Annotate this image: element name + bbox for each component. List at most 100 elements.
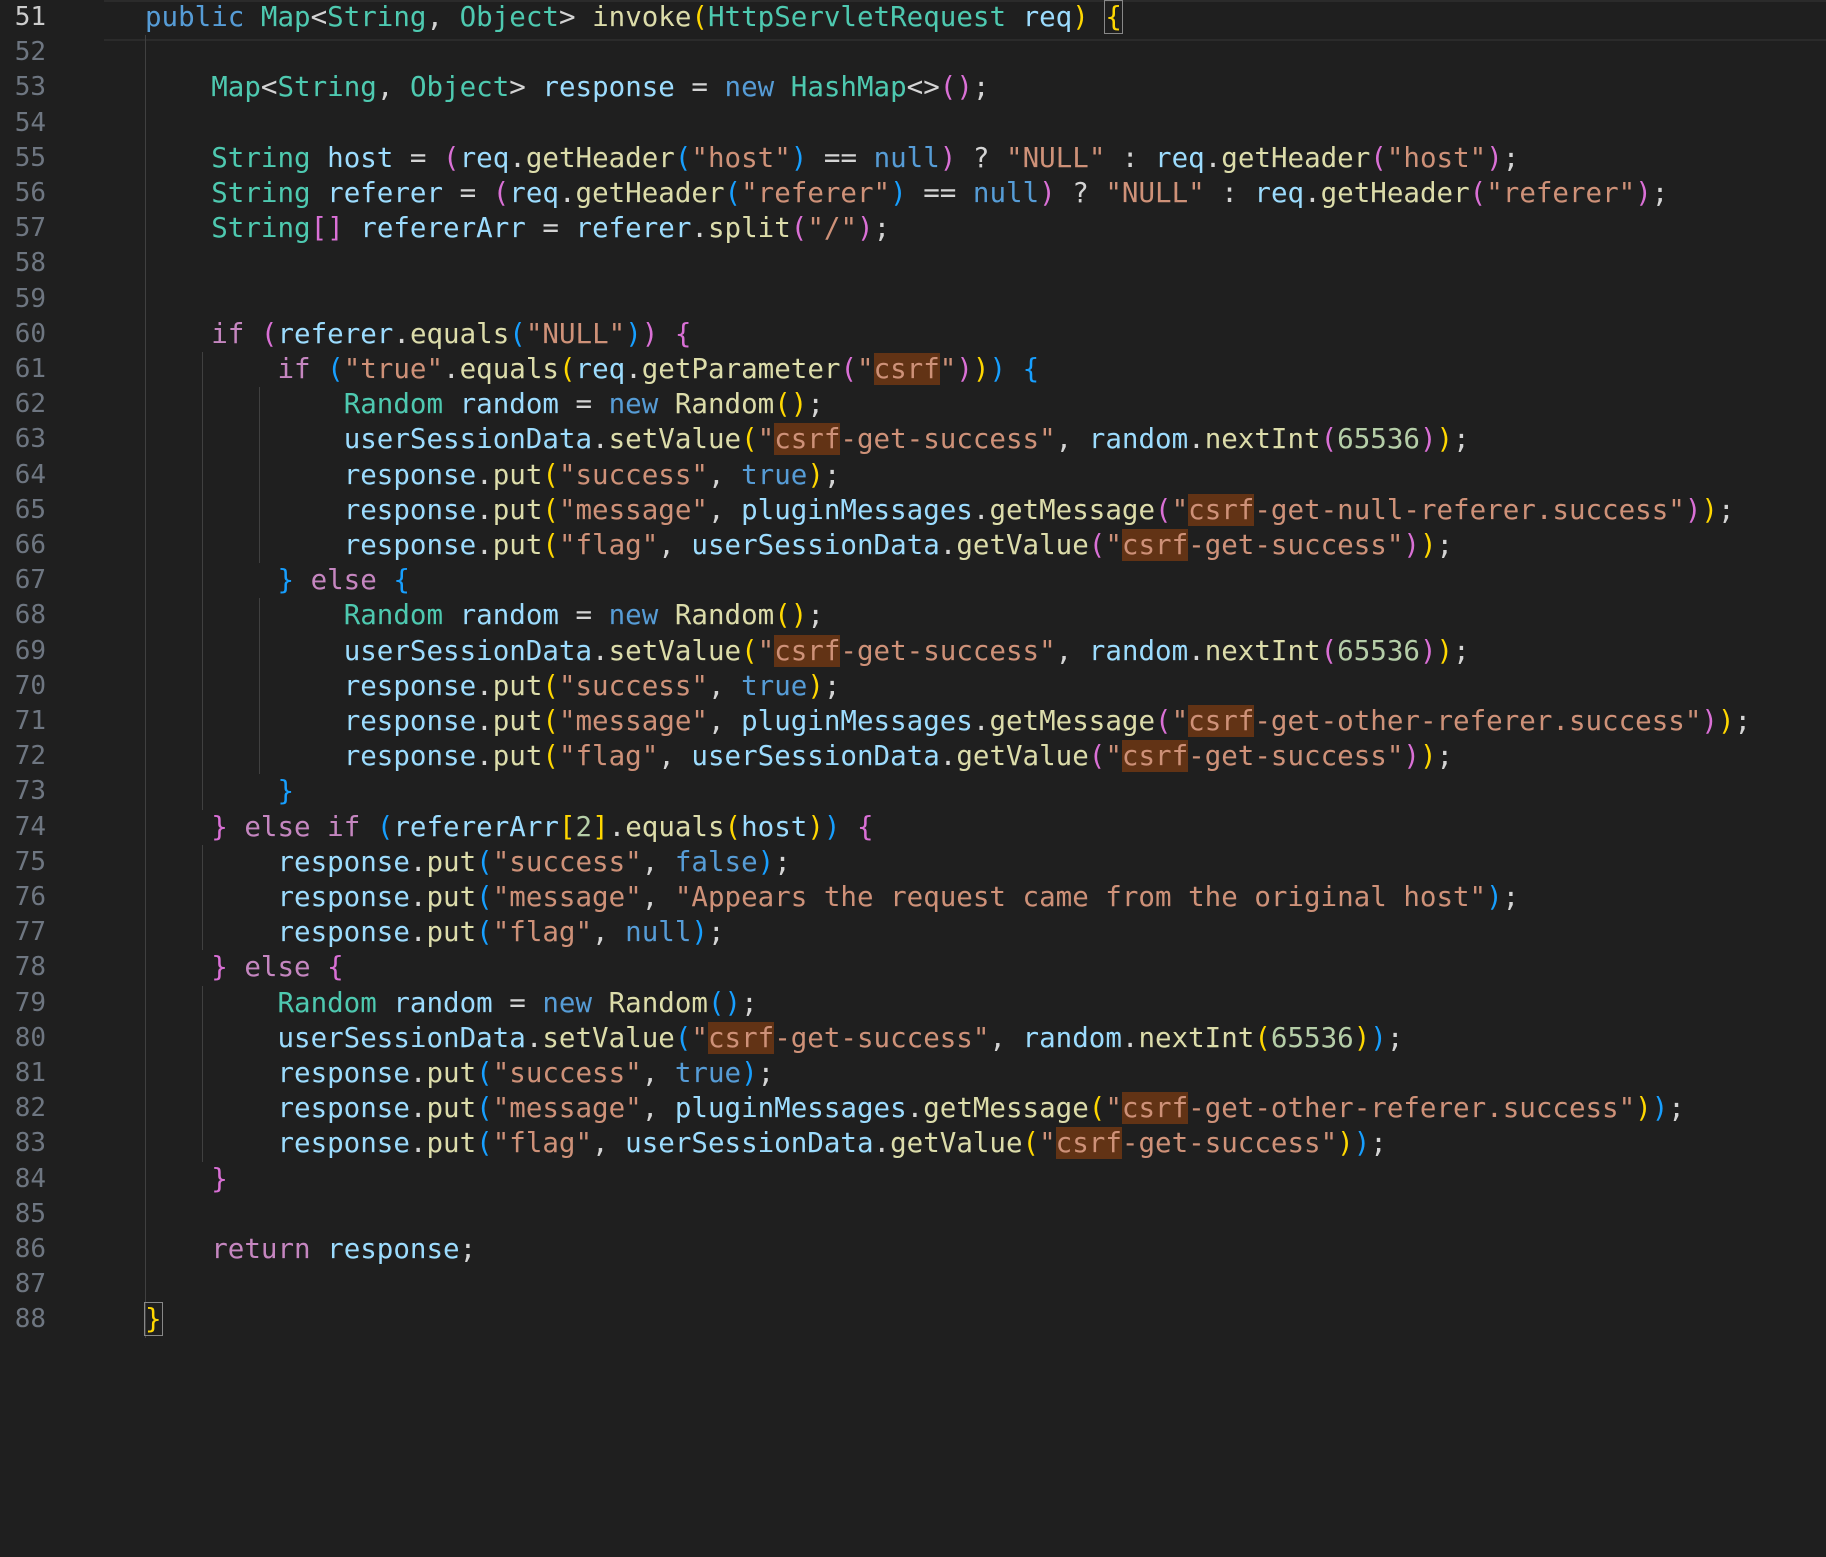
code-token: 2 [575,810,593,843]
code-editor[interactable]: 51 52 53 54 55 56 57 58 59 60 61 62 63 64 65 66 67 68 69 70… [0,0,1826,1557]
code-token: HttpServletRequest [707,1,1006,33]
code-token: put [426,845,477,878]
code-line[interactable]: return response; [145,1229,476,1270]
code-token: ( [476,1057,493,1089]
code-token: : [1204,177,1255,209]
code-token: ) [857,212,874,245]
code-token: userSessionData [343,634,593,667]
code-token: Object [409,71,510,104]
code-token: { [327,951,344,984]
code-token: ( [476,881,493,913]
code-token: response [327,1233,460,1265]
code-token: getMessage [923,1092,1089,1125]
code-token: Map [211,71,261,104]
code-token: . [409,845,427,878]
code-token: random [393,986,493,1019]
code-token: } [277,775,295,808]
code-token: < [260,71,278,104]
code-token: ) [823,810,841,843]
code-token: "host" [1386,141,1487,174]
code-token: "/" [807,212,858,245]
code-token: . [1188,634,1205,667]
code-token: put [492,458,543,491]
code-token: pluginMessages [741,705,973,737]
code-token: } [277,564,295,597]
code-token: ( [724,177,742,209]
code-token: ) [807,810,824,843]
code-token: ( [476,1092,493,1125]
code-token: ( [542,529,559,561]
code-token: ; [1370,1127,1387,1160]
code-token: public [145,1,261,33]
code-token: req [1155,141,1205,174]
code-token: ) [625,317,642,350]
code-token: ( [542,669,559,702]
code-token: . [1204,141,1222,174]
code-token: == [807,141,874,174]
code-token: ) [1403,529,1420,561]
code-token: "success" [492,845,642,878]
code-token: , [658,529,692,561]
code-token: random [1022,1021,1122,1054]
code-token: put [492,493,543,526]
code-token: setValue [542,1021,675,1054]
code-token: . [972,493,990,526]
code-area[interactable]: public Map<String, Object> invoke(HttpSe… [104,0,1826,1557]
code-token: Random [343,599,444,632]
code-token: String [327,1,427,33]
code-token: new [608,599,675,632]
code-token: { [1022,353,1040,385]
code-token: put [492,740,543,773]
code-line[interactable]: public Map<String, Object> invoke(HttpSe… [145,0,1123,38]
code-token: true [741,669,808,702]
code-token: > [509,71,543,104]
code-token: ; [823,458,841,491]
code-token: nextInt [1204,634,1321,667]
code-token: . [443,353,460,385]
code-token: = [674,71,725,104]
code-token: ; [1651,177,1669,209]
code-token: ] [592,810,609,843]
code-token: true [741,458,808,491]
code-token: ) [807,669,824,702]
code-token: ) [1353,1021,1371,1054]
code-token: ) [890,177,907,209]
search-match-highlight: csrf [774,634,841,667]
code-line[interactable]: response.put("flag", userSessionData.get… [145,736,1453,777]
code-token: response [277,1092,410,1125]
code-line[interactable]: } [144,1299,163,1340]
code-line[interactable]: Map<String, Object> response = new HashM… [145,67,989,108]
code-token: response [343,529,477,561]
code-token: ? [956,141,1007,174]
code-token: Object [459,1,559,33]
code-token: ) [989,353,1007,385]
code-token: "message" [558,493,708,526]
code-token: "referer" [741,177,891,209]
code-line[interactable]: response.put("flag", userSessionData.get… [145,1123,1387,1164]
search-match-highlight: csrf [1188,705,1255,737]
code-token: } [211,1162,228,1195]
code-line[interactable]: } [145,1159,228,1200]
code-token: -get-success" [1188,529,1404,561]
code-token: : [1105,141,1156,174]
code-line[interactable]: String[] refererArr = referer.split("/")… [145,208,890,249]
code-token: . [393,317,410,350]
code-token: . [476,529,493,561]
code-token: ( [674,1021,692,1054]
code-token: "flag" [558,740,659,773]
code-token: 65536 [1337,634,1420,667]
